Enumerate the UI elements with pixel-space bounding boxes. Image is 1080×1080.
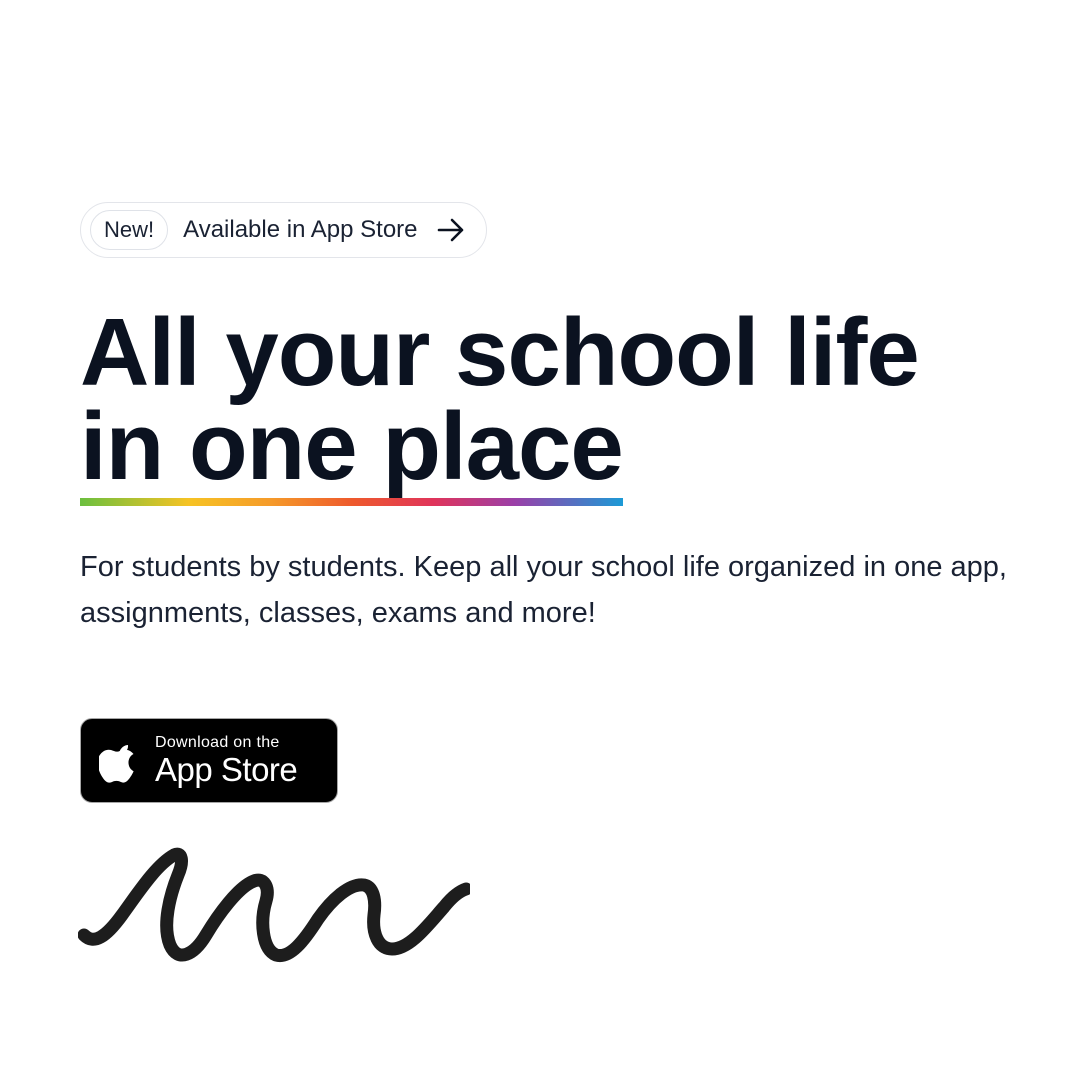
arrow-right-icon [437, 218, 463, 242]
rainbow-underline [80, 498, 623, 506]
app-store-download-button[interactable]: Download on the App Store [80, 718, 338, 803]
hero-section: New! Available in App Store All your sch… [80, 202, 1040, 803]
new-badge: New! [90, 210, 169, 250]
app-store-badge-text: Download on the App Store [155, 733, 298, 788]
announcement-text: Available in App Store [183, 216, 418, 243]
hero-description: For students by students. Keep all your … [80, 551, 1007, 629]
headline-line-2-wrapper: in one place [80, 399, 1040, 506]
headline-accent: in one place [80, 399, 624, 506]
headline-line-2: in one place [80, 393, 624, 500]
headline-line-1: All your school life [80, 299, 920, 406]
squiggle-icon [78, 847, 470, 962]
badge-large-text: App Store [155, 750, 298, 788]
badge-small-text: Download on the [155, 733, 280, 751]
headline: All your school life in one place [80, 299, 1040, 506]
app-store-announcement-link[interactable]: New! Available in App Store [80, 202, 487, 258]
apple-logo-icon [99, 744, 134, 783]
